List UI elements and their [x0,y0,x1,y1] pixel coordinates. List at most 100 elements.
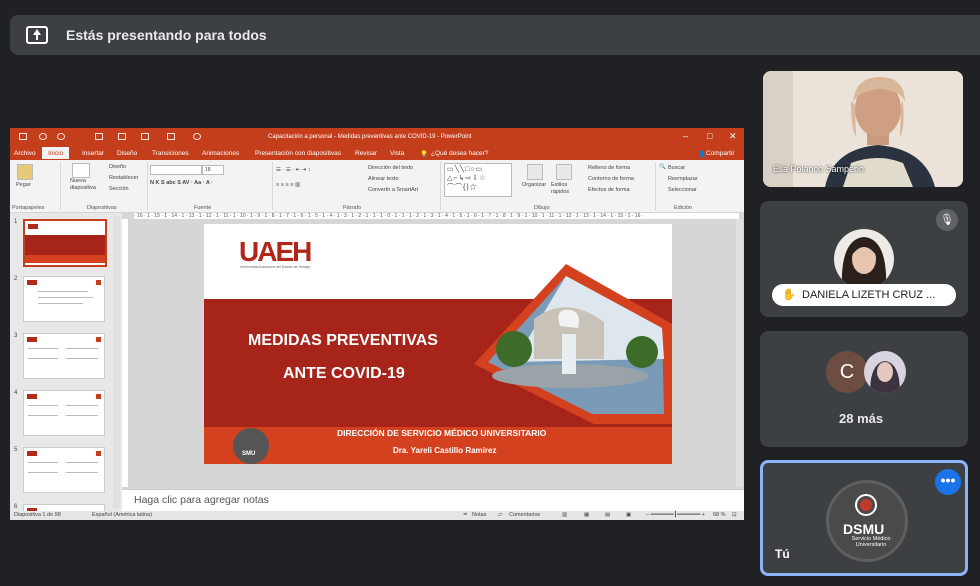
dsmu-logo: DSMU Servicio Médico Universitario [826,480,908,562]
shape-outline-button[interactable]: Contorno de forma [588,176,634,182]
slideshow-view-icon[interactable]: ▣ [626,512,631,518]
paste-button[interactable]: Pegar [16,182,31,188]
current-slide[interactable]: UAEH Universidad Autónoma del Estado de … [204,224,672,464]
thumbnail-slide-2[interactable] [23,276,105,322]
find-button[interactable]: Buscar [668,165,685,171]
zoom-level[interactable]: 68 % [713,512,726,518]
muted-mic-icon: 🎙 [936,209,958,231]
tab-diseno[interactable]: Diseño [117,150,137,157]
tab-revisar[interactable]: Revisar [355,150,377,157]
new-file-icon[interactable] [118,133,126,140]
thumbnail-slide-5[interactable] [23,447,105,493]
maximize-icon[interactable]: □ [707,131,712,141]
redo-icon[interactable] [57,133,65,140]
present-to-all-icon [26,26,48,44]
quick-styles-icon [556,164,572,180]
more-participants-tile[interactable]: C 28 más [760,331,968,447]
notes-toggle[interactable]: Notas [472,512,486,518]
slide-counter: Diapositiva 1 de 98 [14,512,61,518]
self-name: Tú [775,547,790,561]
thumbnail-slide-1[interactable] [23,219,107,267]
thumbnail-slide-3[interactable] [23,333,105,379]
zoom-slider[interactable]: – ━━━━━━━┃━━━━━━━ + [646,512,705,518]
smartart-button[interactable]: Convertir a SmartArt [368,187,418,193]
status-bar: Diapositiva 1 de 98 Español (América lat… [10,511,744,520]
thumbnail-number: 4 [14,390,18,396]
shapes-icon: ▭╲╲□○▭ △⌐↳⇨⇩☆ ⌒⌒{}☆ [447,166,487,191]
arrange-button[interactable]: Organizar [522,182,546,188]
more-options-button[interactable]: ••• [935,469,961,495]
thumbnail-slide-4[interactable] [23,390,105,436]
thumbnail-number: 3 [14,333,18,339]
align-text-button[interactable]: Alinear texto [368,176,399,182]
paste-icon [17,164,33,180]
tell-me-box[interactable]: ¿Qué desea hacer? [431,150,488,157]
shapes-gallery[interactable]: ▭╲╲□○▭ △⌐↳⇨⇩☆ ⌒⌒{}☆ [444,163,512,197]
quick-styles-button[interactable]: Estilos rápidos [551,182,577,196]
font-name-select[interactable] [150,165,202,175]
undo-icon[interactable] [39,133,47,140]
smu-logo: SMU [233,428,269,464]
bold-icon[interactable]: N K S abc S AV · Aa · A · [150,180,213,186]
slide-title-line2: ANTE COVID-19 [283,365,405,382]
font-size-select[interactable]: 18 [202,165,224,175]
participant-tile-daniela[interactable]: 🎙 ✋ DANIELA LIZETH CRUZ ... [760,201,968,317]
align-icons[interactable]: ≡ ≡ ≡ ≡ ▥ [276,182,300,188]
tab-insertar[interactable]: Insertar [82,150,104,157]
tab-inicio[interactable]: Inicio [42,147,70,159]
shape-fill-button[interactable]: Relleno de forma [588,165,630,171]
thumbnail-number: 6 [14,504,18,510]
reading-view-icon[interactable]: ▤ [605,512,610,518]
select-button[interactable]: Seleccionar [668,187,697,193]
print-icon[interactable] [167,133,175,140]
slideshow-icon[interactable] [95,133,103,140]
participant-tile-elia[interactable]: 🎙 Elia Polanco Samperio [763,71,963,187]
canvas-scrollbar[interactable] [736,219,743,487]
minimize-icon[interactable]: – [683,131,688,141]
group-diapositivas: Diapositivas [87,205,117,211]
new-slide-button[interactable]: Nueva diapositiva [70,178,96,192]
comments-toggle[interactable]: Comentarios [509,512,540,518]
reset-button[interactable]: Restablecer [109,175,138,181]
new-slide-icon [72,163,90,178]
replace-button[interactable]: Reemplazar [668,176,698,182]
vertical-ruler [122,219,128,487]
search-icon[interactable] [193,133,201,140]
slide-doctor-name: Dra. Yareli Castillo Ramírez [393,446,497,455]
share-button[interactable]: Compartir [706,150,735,157]
uaeh-logo-subtitle: Universidad Autónoma del Estado de Hidal… [240,265,311,269]
save-icon[interactable] [19,133,27,140]
participant-avatar [864,351,906,393]
participant-avatar-letter: C [826,351,868,393]
bullets-icon[interactable]: ☰ · ☰ · ⇤ ⇥ ↕ [276,167,311,173]
ppt-title-bar: Capacitación a personal - Medidas preven… [10,128,744,146]
close-icon[interactable]: ✕ [729,131,737,142]
raised-hand-icon: ✋ [782,289,796,301]
dsmu-logo-text: DSMU [843,521,885,537]
layout-button[interactable]: Diseño [109,164,126,170]
shape-effects-button[interactable]: Efectos de forma [588,187,630,193]
dsmu-logo-subtitle: Servicio Médico Universitario [851,536,891,548]
tab-presentacion[interactable]: Presentación con diapositivas [255,150,341,157]
group-parrafo: Párrafo [343,205,362,211]
normal-view-icon[interactable]: ▥ [562,512,567,518]
uaeh-logo: UAEH [239,236,312,267]
text-direction-button[interactable]: Dirección del texto [368,165,413,171]
open-icon[interactable] [141,133,149,140]
tab-vista[interactable]: Vista [390,150,404,157]
tab-transiciones[interactable]: Transiciones [152,150,189,157]
slide-sorter-icon[interactable]: ▦ [584,512,589,518]
group-fuente: Fuente [194,205,212,211]
tab-archivo[interactable]: Archivo [14,150,36,157]
thumbnails-scrollbar[interactable] [113,216,120,508]
fit-slide-icon[interactable]: ⊡ [732,512,737,518]
smu-logo-text: SMU [242,451,256,457]
participant-name-pill: ✋ DANIELA LIZETH CRUZ ... [772,284,956,306]
fountain-photo [474,264,672,424]
tab-animaciones[interactable]: Animaciones [202,150,239,157]
self-tile[interactable]: DSMU Servicio Médico Universitario ••• T… [760,460,968,576]
notes-pane[interactable]: Haga clic para agregar notas [122,489,744,512]
language-status[interactable]: Español (América latina) [92,512,152,518]
section-button[interactable]: Sección [109,186,129,192]
thumbnail-number: 5 [14,447,18,453]
